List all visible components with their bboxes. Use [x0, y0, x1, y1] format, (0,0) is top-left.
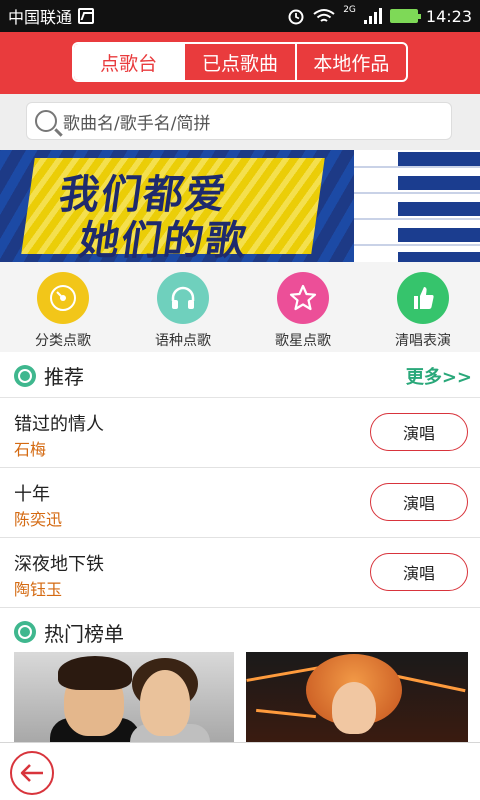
category-label: 歌星点歌	[275, 333, 331, 349]
song-row[interactable]: 错过的情人 石梅 演唱	[0, 398, 480, 468]
category-label: 分类点歌	[35, 333, 91, 349]
singer-name: 陈奕迅	[14, 510, 63, 529]
clock: 14:23	[425, 6, 472, 26]
category-a-cappella[interactable]: 清唱表演	[366, 262, 480, 352]
back-arrow-icon	[20, 764, 43, 782]
search-bar: 歌曲名/歌手名/简拼	[0, 94, 480, 150]
search-input[interactable]: 歌曲名/歌手名/简拼	[26, 102, 452, 140]
disc-icon	[14, 364, 36, 387]
more-link[interactable]: 更多>>	[406, 363, 472, 389]
singer-name: 陶钰玉	[14, 580, 63, 599]
signal-icon	[363, 8, 382, 24]
category-by-language[interactable]: 语种点歌	[126, 262, 240, 352]
status-bar: 中国联通 2G 14:23	[0, 0, 480, 32]
song-name: 十年	[14, 484, 50, 505]
category-by-type[interactable]: 分类点歌	[6, 262, 120, 352]
category-row: 分类点歌 语种点歌 歌星点歌 清唱表演	[0, 262, 480, 352]
song-row[interactable]: 深夜地下铁 陶钰玉 演唱	[0, 538, 480, 608]
sing-button[interactable]: 演唱	[370, 483, 468, 521]
section-title: 热门榜单	[44, 621, 124, 646]
thumbs-up-icon	[397, 272, 449, 324]
section-title: 推荐	[44, 365, 84, 389]
tab-bar: 点歌台 已点歌曲 本地作品	[72, 42, 408, 82]
singer-name: 石梅	[14, 440, 47, 459]
category-label: 语种点歌	[155, 333, 211, 349]
piano-keys-graphic	[354, 150, 480, 262]
hot-list-cover[interactable]	[14, 652, 234, 742]
image-notification-icon	[78, 8, 95, 24]
search-placeholder: 歌曲名/歌手名/简拼	[63, 113, 211, 134]
recommend-section-header: 推荐 更多>>	[0, 354, 480, 398]
song-row[interactable]: 十年 陈奕迅 演唱	[0, 468, 480, 538]
category-by-singer[interactable]: 歌星点歌	[246, 262, 360, 352]
promo-banner[interactable]: 我们都爱 她们的歌	[0, 150, 480, 262]
app-header: 点歌台 已点歌曲 本地作品	[0, 32, 480, 94]
back-button[interactable]	[10, 751, 54, 795]
tab-selected-songs[interactable]: 已点歌曲	[185, 44, 297, 80]
bottom-bar	[0, 742, 480, 800]
hot-list-section-header: 热门榜单	[0, 610, 480, 654]
sing-button[interactable]: 演唱	[370, 413, 468, 451]
network-type: 2G	[343, 5, 356, 15]
tab-song-station[interactable]: 点歌台	[74, 44, 186, 80]
star-icon	[277, 272, 329, 324]
banner-title-line2: 她们的歌	[76, 218, 251, 262]
search-icon	[35, 110, 57, 132]
song-name: 错过的情人	[14, 414, 104, 435]
wifi-icon	[313, 9, 335, 22]
battery-icon	[389, 9, 421, 23]
tab-local-works[interactable]: 本地作品	[297, 44, 406, 80]
carrier-label: 中国联通	[8, 8, 73, 27]
headphones-icon	[157, 272, 209, 324]
sing-button[interactable]: 演唱	[370, 553, 468, 591]
category-label: 清唱表演	[395, 333, 451, 349]
disc-icon	[14, 621, 36, 643]
disc-icon	[37, 272, 89, 324]
song-name: 深夜地下铁	[14, 554, 104, 575]
alarm-icon	[288, 9, 304, 25]
hot-list-cover[interactable]	[246, 652, 468, 742]
